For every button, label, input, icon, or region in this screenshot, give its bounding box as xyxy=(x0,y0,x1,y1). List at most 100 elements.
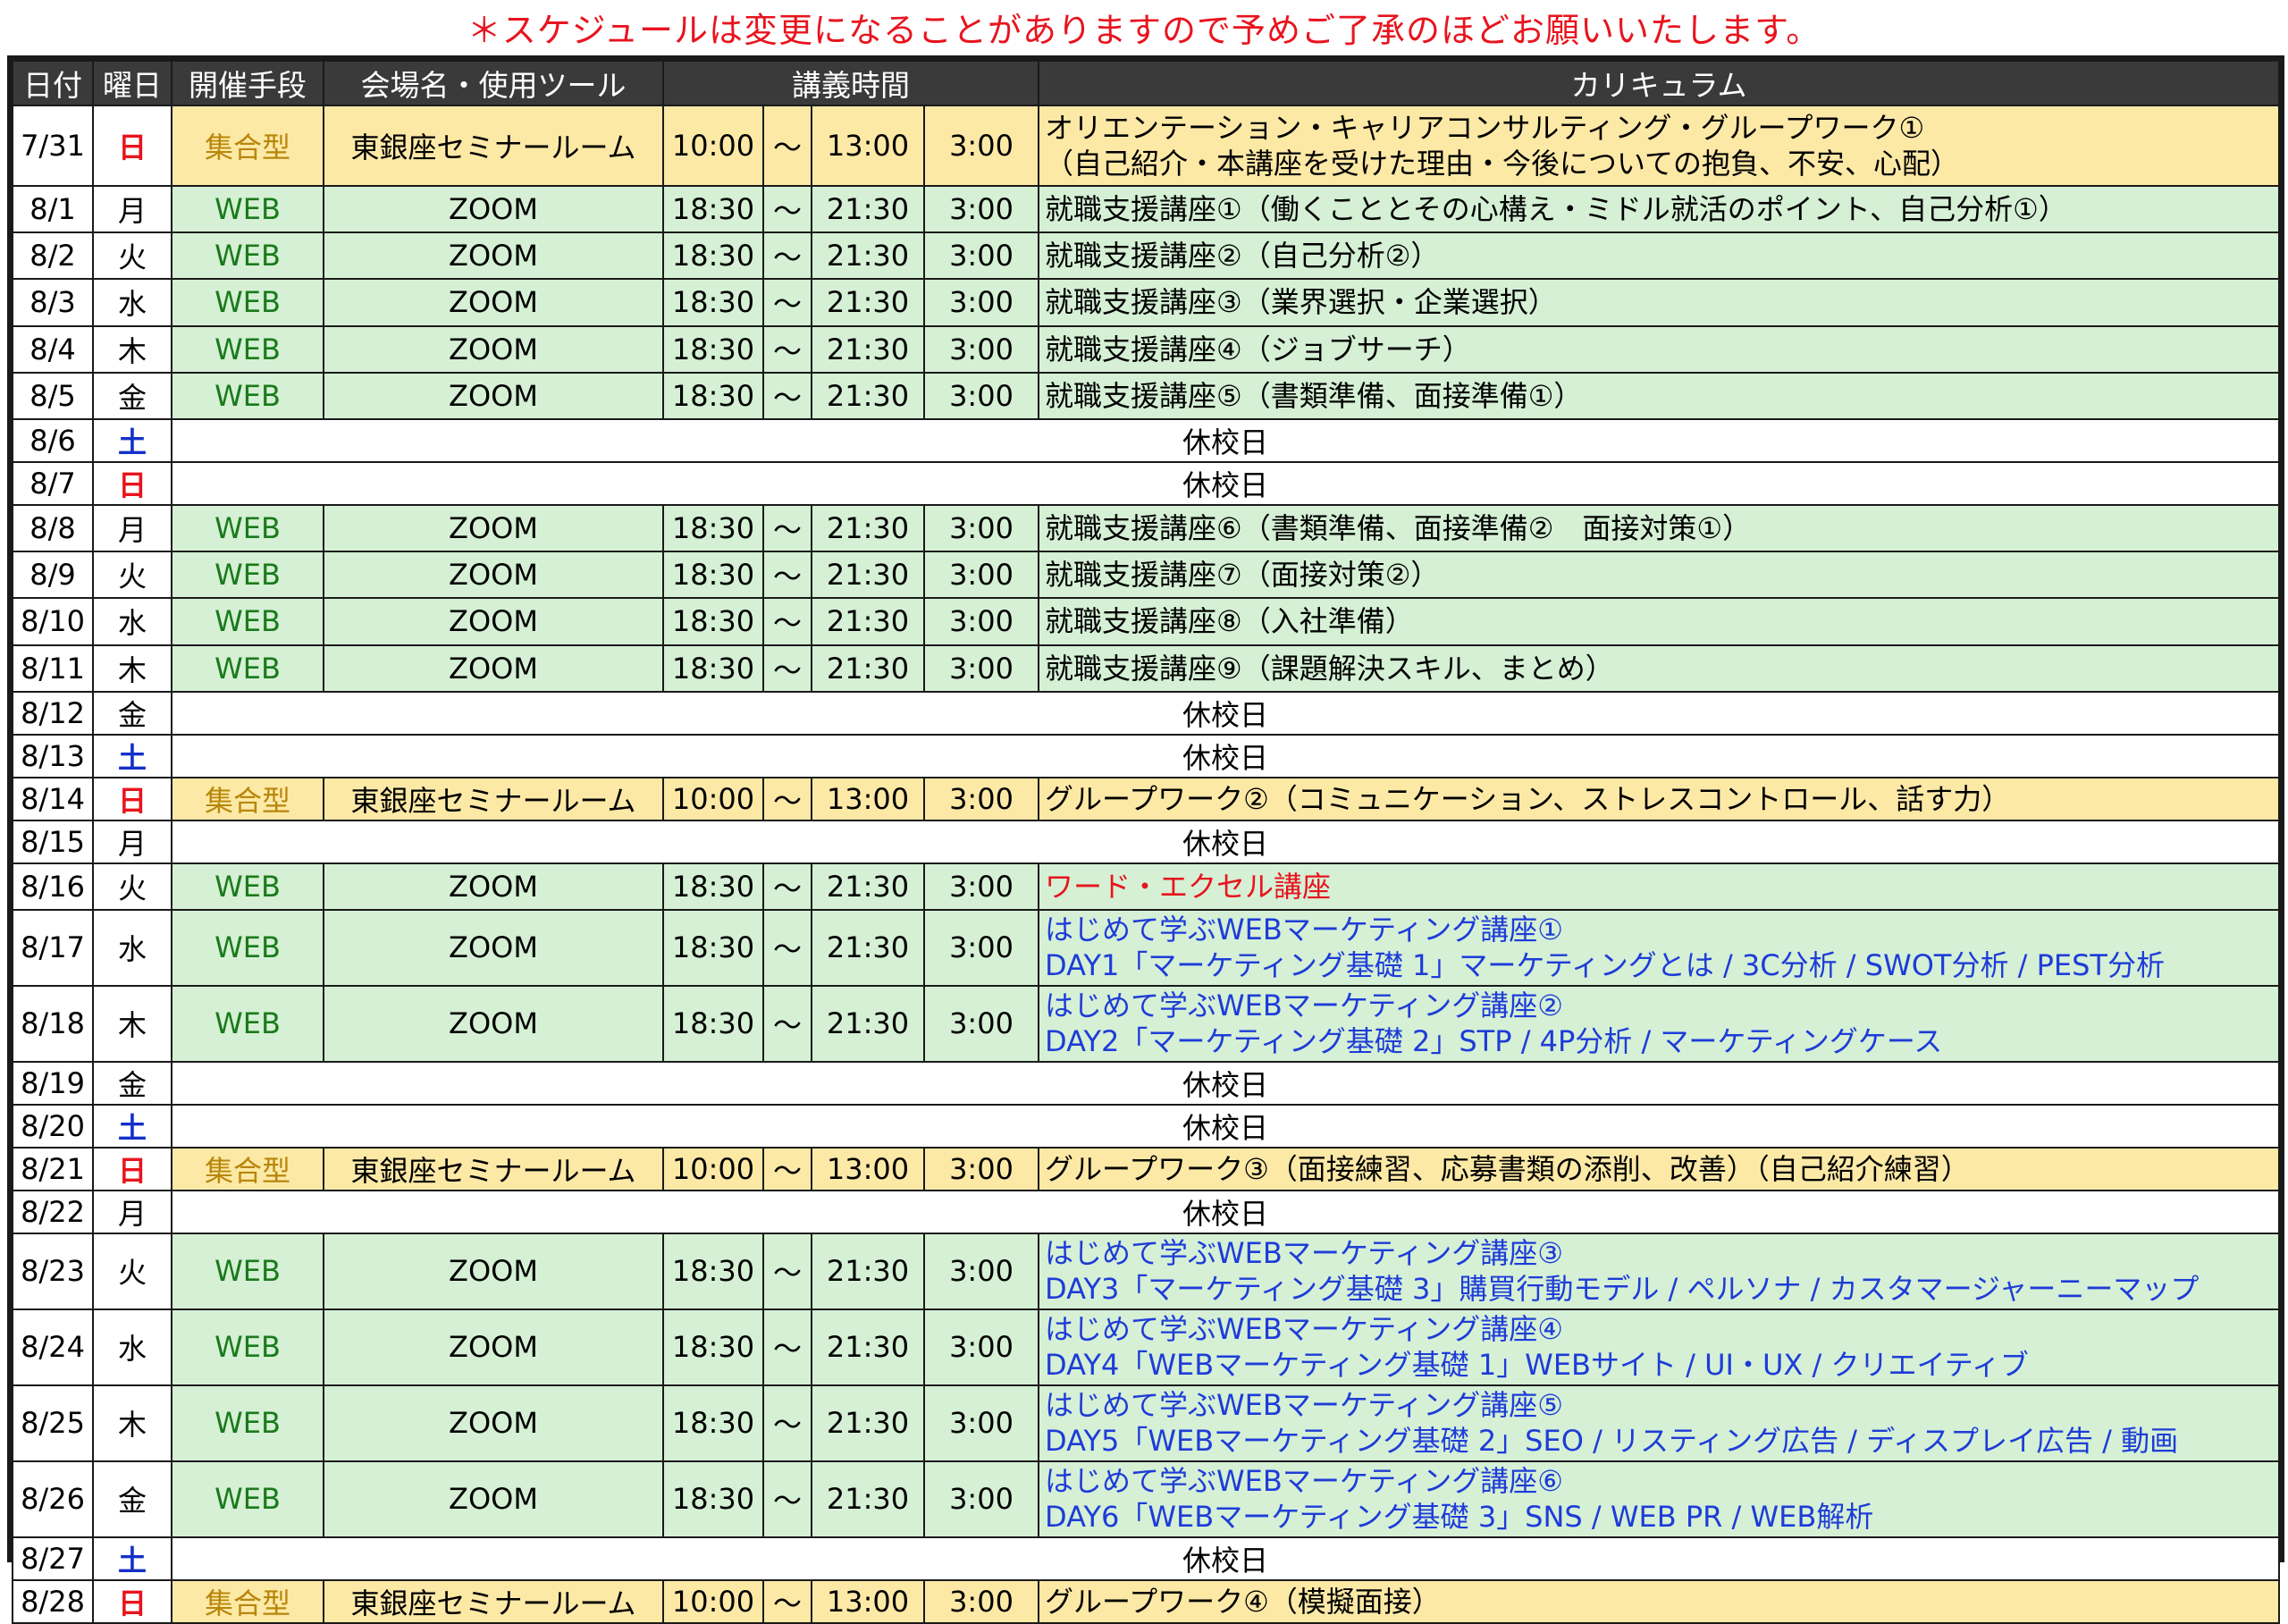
time-separator: ～ xyxy=(762,503,812,553)
time-separator: ～ xyxy=(762,1232,812,1310)
start-time-cell: 18:30 xyxy=(662,371,764,420)
method-cell: WEB xyxy=(171,862,324,911)
start-time-cell: 18:30 xyxy=(662,984,764,1063)
curriculum-line: 就職支援講座⑥（書類準備、面接準備② 面接対策①） xyxy=(1045,511,1752,546)
holiday-cell: 休校日 xyxy=(171,733,2280,778)
curriculum-line: オリエンテーション・キャリアコンサルティング・グループワーク① xyxy=(1045,111,1925,145)
curriculum-line: 就職支援講座⑨（課題解決スキル、まとめ） xyxy=(1045,651,1614,686)
end-time-cell: 21:30 xyxy=(811,184,925,234)
end-time-cell: 21:30 xyxy=(811,231,925,281)
start-time-cell: 18:30 xyxy=(662,1308,764,1386)
weekday-cell: 金 xyxy=(92,371,172,420)
curriculum-cell: 就職支援講座①（働くこととその心構え・ミドル就活のポイント、自己分析①） xyxy=(1038,184,2280,234)
date-cell: 8/9 xyxy=(12,551,94,600)
end-time-cell: 21:30 xyxy=(811,371,925,420)
curriculum-line: はじめて学ぶWEBマーケティング講座③ xyxy=(1045,1236,1563,1271)
weekday-cell: 日 xyxy=(92,1578,172,1624)
venue-cell: 東銀座セミナールーム xyxy=(323,105,664,187)
weekday-cell: 木 xyxy=(92,1384,172,1462)
start-time-cell: 18:30 xyxy=(662,644,764,693)
date-cell: 8/24 xyxy=(12,1308,94,1386)
table-row: 8/2 火 WEB ZOOM 18:30 ～ 21:30 3:00 就職支援講座②（自己分析②） xyxy=(12,231,2280,281)
date-cell: 8/13 xyxy=(12,733,94,778)
method-cell: WEB xyxy=(171,644,324,693)
duration-cell: 3:00 xyxy=(923,184,1039,234)
end-time-cell: 13:00 xyxy=(811,1578,925,1624)
weekday-cell: 日 xyxy=(92,776,172,821)
end-time-cell: 13:00 xyxy=(811,776,925,821)
table-row: 8/15 月休校日 xyxy=(12,819,2280,864)
time-separator: ～ xyxy=(762,278,812,327)
date-cell: 8/26 xyxy=(12,1460,94,1538)
weekday-cell: 水 xyxy=(92,278,172,327)
method-cell: 集合型 xyxy=(171,105,324,187)
date-cell: 8/19 xyxy=(12,1060,94,1106)
holiday-cell: 休校日 xyxy=(171,1536,2280,1581)
start-time-cell: 18:30 xyxy=(662,231,764,281)
time-separator: ～ xyxy=(762,1146,812,1191)
time-separator: ～ xyxy=(762,371,812,420)
time-separator: ～ xyxy=(762,644,812,693)
duration-cell: 3:00 xyxy=(923,776,1039,821)
curriculum-cell: 就職支援講座②（自己分析②） xyxy=(1038,231,2280,281)
time-separator: ～ xyxy=(762,324,812,374)
method-cell: WEB xyxy=(171,597,324,646)
method-cell: 集合型 xyxy=(171,1146,324,1191)
table-row: 8/6 土休校日 xyxy=(12,417,2280,463)
duration-cell: 3:00 xyxy=(923,1232,1039,1310)
weekday-cell: 水 xyxy=(92,597,172,646)
method-cell: WEB xyxy=(171,371,324,420)
method-cell: WEB xyxy=(171,231,324,281)
start-time-cell: 18:30 xyxy=(662,1384,764,1462)
venue-cell: ZOOM xyxy=(323,1308,664,1386)
end-time-cell: 21:30 xyxy=(811,278,925,327)
end-time-cell: 21:30 xyxy=(811,1308,925,1386)
table-row: 8/13 土休校日 xyxy=(12,733,2280,778)
start-time-cell: 18:30 xyxy=(662,597,764,646)
duration-cell: 3:00 xyxy=(923,908,1039,987)
start-time-cell: 10:00 xyxy=(662,1146,764,1191)
header-time: 講義時間 xyxy=(662,60,1039,106)
holiday-cell: 休校日 xyxy=(171,690,2280,736)
curriculum-cell: はじめて学ぶWEBマーケティング講座③ DAY3「マーケティング基礎 3」購買行動… xyxy=(1038,1232,2280,1310)
venue-cell: 東銀座セミナールーム xyxy=(323,1578,664,1624)
duration-cell: 3:00 xyxy=(923,984,1039,1063)
table-row: 8/7 日休校日 xyxy=(12,460,2280,506)
holiday-cell: 休校日 xyxy=(171,417,2280,463)
date-cell: 8/14 xyxy=(12,776,94,821)
table-row: 8/9 火 WEB ZOOM 18:30 ～ 21:30 3:00 就職支援講座⑦（面接対策②） xyxy=(12,551,2280,600)
table-row: 8/28 日集合型 東銀座セミナールーム 10:00 ～ 13:00 3:00 グループワーク… xyxy=(12,1578,2280,1624)
curriculum-cell: 就職支援講座③（業界選択・企業選択） xyxy=(1038,278,2280,327)
weekday-cell: 土 xyxy=(92,733,172,778)
duration-cell: 3:00 xyxy=(923,231,1039,281)
method-cell: WEB xyxy=(171,324,324,374)
curriculum-line: ワード・エクセル講座 xyxy=(1045,869,1332,904)
venue-cell: ZOOM xyxy=(323,862,664,911)
duration-cell: 3:00 xyxy=(923,1578,1039,1624)
date-cell: 8/28 xyxy=(12,1578,94,1624)
table-row: 8/21 日集合型 東銀座セミナールーム 10:00 ～ 13:00 3:00 グループワーク… xyxy=(12,1146,2280,1191)
curriculum-line: グループワーク④（模擬面接） xyxy=(1045,1584,1441,1619)
date-cell: 8/25 xyxy=(12,1384,94,1462)
table-row: 8/19 金休校日 xyxy=(12,1060,2280,1106)
end-time-cell: 21:30 xyxy=(811,984,925,1063)
duration-cell: 3:00 xyxy=(923,324,1039,374)
curriculum-line: はじめて学ぶWEBマーケティング講座① xyxy=(1045,913,1563,947)
end-time-cell: 13:00 xyxy=(811,105,925,187)
end-time-cell: 21:30 xyxy=(811,324,925,374)
table-row: 8/10 水 WEB ZOOM 18:30 ～ 21:30 3:00 就職支援講座⑧（入社準備） xyxy=(12,597,2280,646)
weekday-cell: 土 xyxy=(92,1536,172,1581)
duration-cell: 3:00 xyxy=(923,105,1039,187)
weekday-cell: 火 xyxy=(92,551,172,600)
end-time-cell: 13:00 xyxy=(811,1146,925,1191)
curriculum-line: はじめて学ぶWEBマーケティング講座⑥ xyxy=(1045,1464,1563,1499)
curriculum-cell: 就職支援講座⑧（入社準備） xyxy=(1038,597,2280,646)
weekday-cell: 木 xyxy=(92,324,172,374)
start-time-cell: 18:30 xyxy=(662,324,764,374)
curriculum-line: DAY3「マーケティング基礎 3」購買行動モデル / ペルソナ / カスタマージ… xyxy=(1045,1272,2200,1307)
header-dow: 曜日 xyxy=(92,60,172,106)
date-cell: 8/15 xyxy=(12,819,94,864)
table-row: 8/22 月休校日 xyxy=(12,1189,2280,1234)
table-row: 8/16 火 WEB ZOOM 18:30 ～ 21:30 3:00 ワード・エクセル講座 xyxy=(12,862,2280,911)
start-time-cell: 18:30 xyxy=(662,1232,764,1310)
